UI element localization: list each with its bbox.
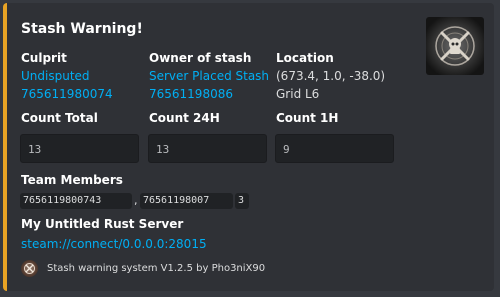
stash-warning-embed: Stash Warning! Culprit Undisputed 765611… (3, 3, 494, 291)
count-24h-label: Count 24H (149, 111, 220, 125)
count-24h-value: 13 (148, 134, 267, 163)
location-grid: Grid L6 (276, 87, 320, 101)
count-1h-label: Count 1H (276, 111, 339, 125)
server-name: My Untitled Rust Server (21, 217, 184, 231)
culprit-steamid-link[interactable]: 765611980074 (21, 87, 113, 101)
stash-emblem-icon (426, 17, 484, 75)
team-member-id: 76561198007 (140, 193, 233, 209)
culprit-player-link[interactable]: Undisputed (21, 69, 90, 83)
count-total-value: 13 (20, 134, 139, 163)
location-label: Location (276, 51, 334, 65)
server-connect-link[interactable]: steam://connect/0.0.0.0:28015 (21, 237, 207, 251)
culprit-label: Culprit (21, 51, 67, 65)
author-avatar-icon (21, 260, 38, 277)
footer-text: Stash warning system V1.2.5 by Pho3niX90 (47, 263, 266, 274)
team-separator: , (134, 194, 138, 207)
location-coords: (673.4, 1.0, -38.0) (276, 69, 386, 83)
team-members-label: Team Members (21, 173, 123, 187)
owner-player-link[interactable]: Server Placed Stash (149, 69, 269, 83)
team-member-id: 7656119800743 (20, 193, 132, 209)
team-member-id: 3 (235, 193, 249, 209)
embed-title: Stash Warning! (21, 21, 143, 37)
owner-label: Owner of stash (149, 51, 252, 65)
count-total-label: Count Total (21, 111, 98, 125)
count-1h-value: 9 (275, 134, 394, 163)
owner-steamid-link[interactable]: 76561198086 (149, 87, 233, 101)
